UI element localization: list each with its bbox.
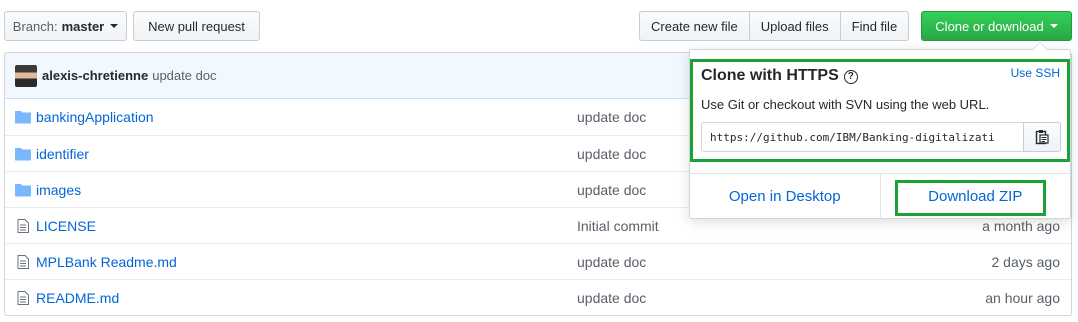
use-ssh-link[interactable]: Use SSH [1011,66,1060,80]
file-commit-message[interactable]: update doc [577,290,646,306]
table-row: MPLBank Readme.md update doc 2 days ago [5,243,1071,279]
download-zip-highlight-box [895,180,1046,216]
file-icon [17,255,29,269]
clone-popover: Clone with HTTPS? Use SSH Use Git or che… [689,42,1071,219]
chevron-down-icon [110,24,119,28]
copy-url-button[interactable] [1023,122,1061,152]
file-actions-group: Create new file Upload files Find file [639,11,910,41]
file-name-link[interactable]: README.md [36,290,119,306]
upload-files-button[interactable]: Upload files [748,11,841,41]
popover-footer: Open in Desktop Download ZIP [690,173,1070,219]
table-row: README.md update doc an hour ago [5,279,1071,315]
file-name-link[interactable]: MPLBank Readme.md [36,254,177,270]
file-name-link[interactable]: LICENSE [36,218,96,234]
file-name-link[interactable]: bankingApplication [36,109,154,125]
file-commit-message[interactable]: update doc [577,254,646,270]
folder-icon [15,184,31,197]
popover-title-text: Clone with HTTPS [701,67,839,84]
file-commit-message[interactable]: update doc [577,109,646,125]
branch-value: master [61,18,105,34]
file-name-link[interactable]: identifier [36,146,89,162]
file-commit-message[interactable]: update doc [577,182,646,198]
file-commit-message[interactable]: Initial commit [577,218,659,234]
folder-icon [15,148,31,161]
folder-icon [15,111,31,124]
file-name-link[interactable]: images [36,182,81,198]
find-file-button[interactable]: Find file [839,11,910,41]
question-icon[interactable]: ? [843,70,858,84]
file-age: 2 days ago [991,253,1061,270]
file-commit-message[interactable]: update doc [577,146,646,162]
popover-description: Use Git or checkout with SVN using the w… [701,97,990,112]
clone-url-input[interactable] [701,122,1024,152]
clipboard-icon [1035,130,1049,145]
open-in-desktop-button[interactable]: Open in Desktop [690,174,881,219]
create-new-file-button[interactable]: Create new file [639,11,750,41]
clone-label: Clone or download [935,18,1044,34]
chevron-down-icon [1049,24,1058,28]
file-icon [17,219,29,233]
branch-select-button[interactable]: Branch: master [4,11,127,41]
clone-url-group [701,122,1061,152]
commit-author[interactable]: alexis-chretienne [42,68,148,83]
file-age: a month ago [982,217,1060,234]
commit-message[interactable]: update doc [152,68,216,83]
new-pull-request-button[interactable]: New pull request [133,11,260,41]
file-age: an hour ago [985,289,1060,306]
popover-title: Clone with HTTPS? [701,67,858,85]
clone-or-download-button[interactable]: Clone or download [921,11,1072,41]
file-icon [17,291,29,305]
avatar[interactable] [15,64,37,87]
branch-label: Branch: [12,18,58,34]
